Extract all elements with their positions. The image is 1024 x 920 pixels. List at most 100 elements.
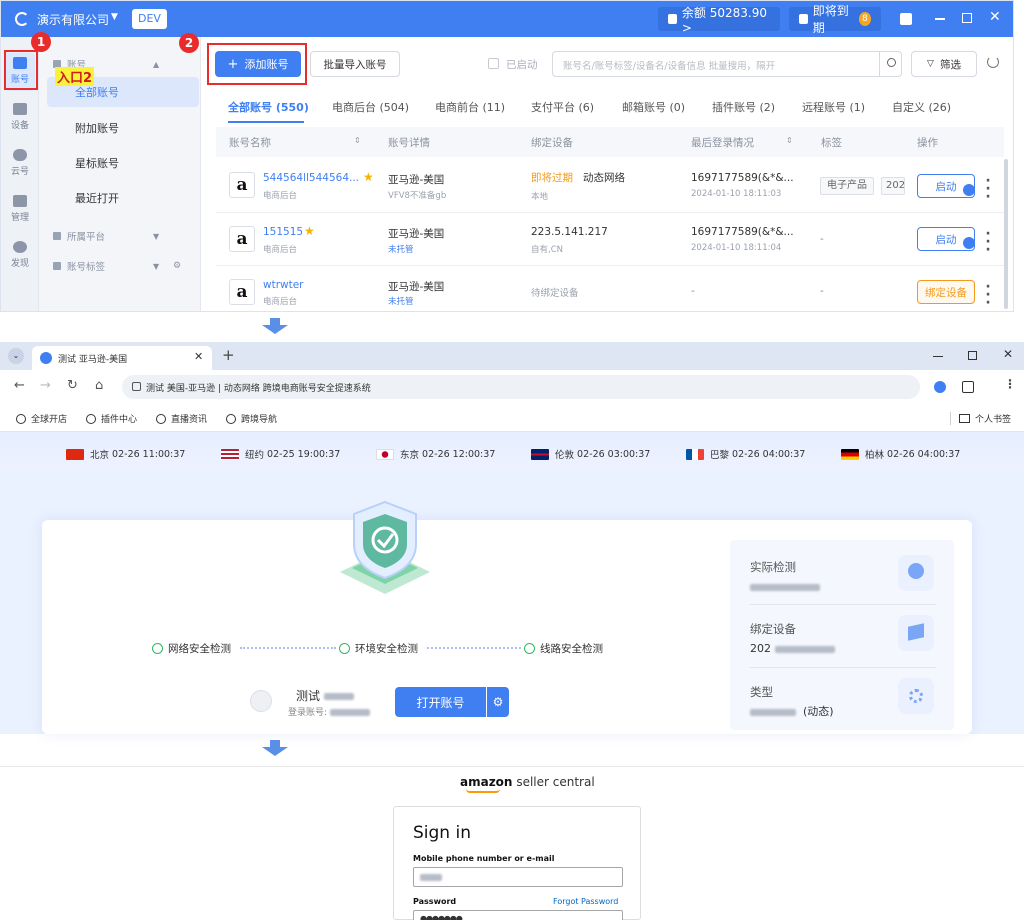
- extension-icon[interactable]: [934, 381, 946, 393]
- tab-close-icon[interactable]: ✕: [194, 350, 203, 363]
- account-name-link[interactable]: wtrwter: [263, 279, 304, 291]
- minimize-icon[interactable]: [933, 356, 943, 357]
- close-icon[interactable]: ✕: [989, 9, 1001, 25]
- back-icon[interactable]: ←: [14, 378, 25, 393]
- bound-device-label: 绑定设备: [750, 622, 796, 636]
- redacted-blur: [774, 645, 835, 653]
- bookmark-folder[interactable]: 个人书签: [950, 412, 1011, 425]
- star-icon[interactable]: ★: [304, 224, 315, 238]
- bind-label: 绑定设备: [925, 286, 967, 299]
- password-field[interactable]: ●●●●●●●: [413, 910, 623, 920]
- gear-icon: ⚙: [492, 695, 504, 709]
- bind-device-button[interactable]: 绑定设备: [917, 280, 975, 304]
- subnav-item-extra[interactable]: 附加账号: [47, 113, 199, 143]
- batch-import-button[interactable]: 批量导入账号: [310, 51, 400, 77]
- reload-icon[interactable]: ↻: [67, 378, 78, 393]
- enabled-checkbox[interactable]: [488, 58, 499, 69]
- maximize-icon[interactable]: [962, 13, 972, 23]
- tab-remote[interactable]: 远程账号 (1): [802, 99, 865, 115]
- bookmark-global-store[interactable]: 全球开店: [16, 412, 67, 425]
- tab-email[interactable]: 邮箱账号 (0): [622, 99, 685, 115]
- amazon-logo-icon: a: [229, 226, 255, 252]
- subnav-item-starred[interactable]: 星标账号: [47, 148, 199, 178]
- launch-account-name: 测试: [296, 687, 354, 704]
- puzzle-icon[interactable]: [962, 381, 974, 393]
- bookmark-nav[interactable]: 跨境导航: [226, 412, 277, 425]
- japan-flag-icon: [376, 448, 394, 460]
- bookmark-live-news[interactable]: 直播资讯: [156, 412, 207, 425]
- refresh-icon[interactable]: [987, 56, 999, 68]
- tab-list-icon[interactable]: ⌄: [8, 348, 24, 364]
- browser-toolbar: ← → ↻ ⌂ 测试 美国-亚马逊 | 动态网络 跨境电商账号安全提速系统 ⋮: [0, 370, 1024, 404]
- address-text: 测试 美国-亚马逊 | 动态网络 跨境电商账号安全提速系统: [146, 384, 371, 394]
- clock-time: 02-26 04:00:37: [887, 448, 961, 460]
- col-actions: 操作: [917, 137, 938, 149]
- scrollbar[interactable]: [1004, 159, 1008, 309]
- account-name-link[interactable]: 151515: [263, 226, 303, 238]
- nav-item-manage[interactable]: 管理: [5, 191, 35, 229]
- tab-ecom-backend[interactable]: 电商后台 (504): [332, 99, 409, 115]
- sort-icon[interactable]: ⇕: [786, 136, 793, 145]
- open-settings-button[interactable]: ⚙: [487, 687, 509, 717]
- tab-ecom-frontend[interactable]: 电商前台 (11): [435, 99, 505, 115]
- nav-item-cloud[interactable]: 云号: [5, 145, 35, 183]
- chevron-down-icon: ▼: [153, 261, 160, 271]
- star-icon[interactable]: ★: [363, 170, 374, 184]
- subnav-item-recent[interactable]: 最近打开: [47, 183, 199, 213]
- bookmark-icon: [156, 413, 166, 424]
- group-tags[interactable]: 账号标签 ▼ ⚙: [53, 259, 203, 273]
- col-tags: 标签: [821, 137, 842, 149]
- browser-tab[interactable]: 测试 亚马逊-美国 ✕: [32, 346, 212, 370]
- search-input[interactable]: 账号名/账号标签/设备名/设备信息 批量搜用，隔开: [552, 51, 902, 77]
- gear-icon[interactable]: ⚙: [173, 261, 181, 271]
- expiring-pill[interactable]: 即将到期 8: [789, 4, 881, 35]
- last-login: 1697177589(&*&...: [691, 172, 794, 184]
- address-bar[interactable]: 测试 美国-亚马逊 | 动态网络 跨境电商账号安全提速系统: [122, 375, 920, 399]
- email-field[interactable]: [413, 867, 623, 887]
- group-platforms[interactable]: 所属平台 ▼: [53, 229, 203, 243]
- clock-time: 02-25 19:00:37: [267, 448, 341, 460]
- menu-icon[interactable]: ⋮: [1004, 377, 1016, 391]
- minimize-icon[interactable]: [935, 18, 945, 20]
- device-name: 动态网络: [583, 172, 625, 184]
- tab-payment[interactable]: 支付平台 (6): [531, 99, 594, 115]
- close-icon[interactable]: ✕: [1003, 347, 1013, 361]
- tag-chip: 电子产品: [820, 177, 874, 195]
- forward-icon[interactable]: →: [40, 378, 51, 393]
- search-icon[interactable]: [879, 51, 903, 77]
- tab-custom[interactable]: 自定义 (26): [892, 99, 951, 115]
- check-environment: 环境安全检测: [339, 641, 418, 656]
- check-label: 线路安全检测: [540, 643, 603, 655]
- balance-pill[interactable]: 余额 50283.90 >: [658, 6, 780, 35]
- nav-item-discover[interactable]: 发现: [5, 237, 35, 275]
- open-account-button[interactable]: 打开账号: [395, 687, 486, 717]
- tab-active-underline: [228, 121, 304, 123]
- password-dots: ●●●●●●●: [420, 914, 463, 920]
- more-icon[interactable]: · · ·: [985, 227, 991, 257]
- filter-button[interactable]: ▽ 筛选: [911, 51, 977, 77]
- redacted-blur: [750, 708, 796, 716]
- forgot-password-link[interactable]: Forgot Password: [553, 897, 618, 906]
- clock-paris: 巴黎 02-26 04:00:37: [686, 447, 805, 461]
- add-account-button[interactable]: + 添加账号: [215, 51, 301, 77]
- clock-time: 02-26 03:00:37: [577, 448, 651, 460]
- tab-plugin[interactable]: 插件账号 (2): [712, 99, 775, 115]
- new-tab-icon[interactable]: +: [222, 346, 235, 364]
- site-info-icon[interactable]: [132, 382, 141, 391]
- tab-all[interactable]: 全部账号 (550): [228, 99, 309, 115]
- sort-icon[interactable]: ⇕: [354, 136, 361, 145]
- more-icon[interactable]: · · ·: [985, 280, 991, 310]
- bookmark-plugin-center[interactable]: 插件中心: [86, 412, 137, 425]
- chevron-down-icon[interactable]: ▼: [111, 12, 118, 22]
- account-name-link[interactable]: 544564ll544564...: [263, 172, 359, 184]
- home-icon[interactable]: ⌂: [95, 378, 103, 393]
- group-label: 账号标签: [67, 262, 106, 273]
- nav-item-devices[interactable]: 设备: [5, 99, 35, 137]
- filter-label: 筛选: [939, 58, 961, 71]
- seller-central-text: seller central: [516, 775, 595, 789]
- company-name[interactable]: 演示有限公司: [37, 11, 109, 28]
- maximize-icon[interactable]: [968, 351, 977, 360]
- col-account-detail: 账号详情: [388, 137, 430, 149]
- user-icon[interactable]: [900, 13, 912, 25]
- more-icon[interactable]: · · ·: [985, 174, 991, 204]
